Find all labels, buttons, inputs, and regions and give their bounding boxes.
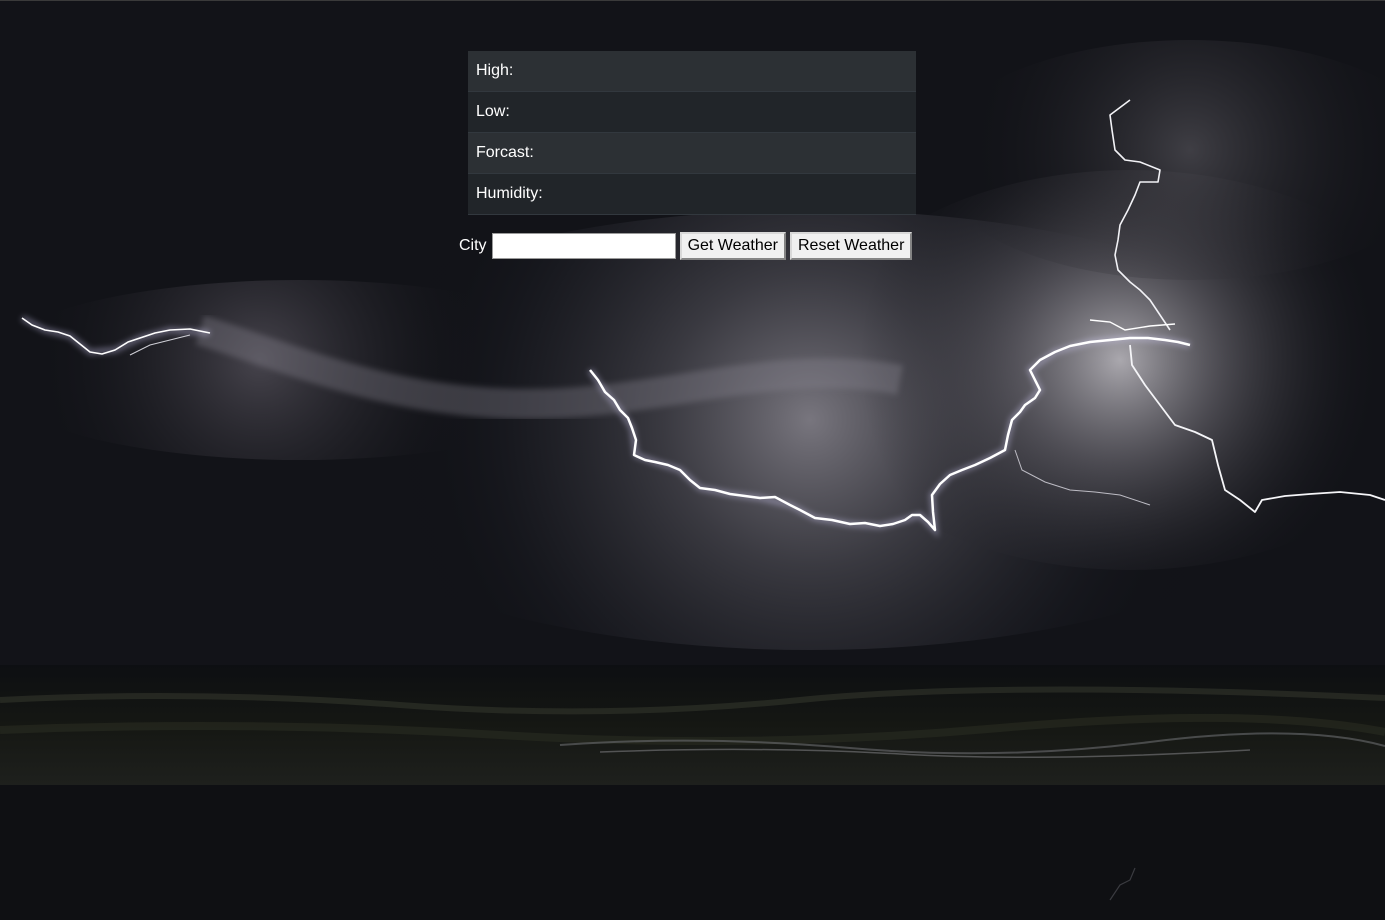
forecast-label: Forcast: (468, 132, 899, 174)
reset-weather-button[interactable]: Reset Weather (789, 232, 913, 260)
humidity-value (899, 173, 916, 215)
table-row-humidity: Humidity: (468, 173, 916, 215)
city-form: City Get Weather Reset Weather (459, 231, 916, 261)
low-value (899, 91, 916, 133)
table-row-forecast: Forcast: (468, 132, 916, 174)
city-input[interactable] (491, 233, 676, 259)
table-row-high: High: (468, 51, 916, 92)
get-weather-button[interactable]: Get Weather (679, 232, 786, 260)
forecast-value (899, 132, 916, 174)
high-value (899, 51, 916, 92)
low-label: Low: (468, 91, 899, 133)
weather-info-table: High: Low: Forcast: Humidity: (468, 51, 916, 215)
city-label: City (459, 237, 487, 254)
high-label: High: (468, 51, 899, 92)
table-row-low: Low: (468, 91, 916, 133)
top-border (0, 0, 1385, 1)
page: High: Low: Forcast: Humidity: City Get W… (0, 0, 1385, 920)
humidity-label: Humidity: (468, 173, 899, 215)
